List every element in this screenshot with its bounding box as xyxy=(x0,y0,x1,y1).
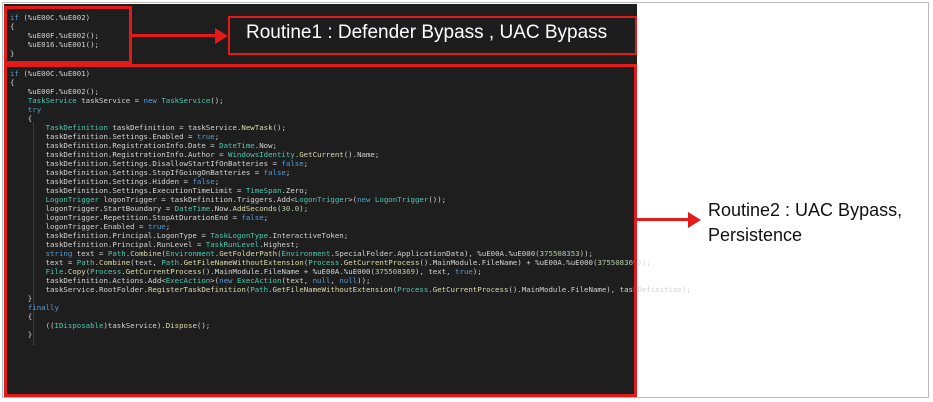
routine1-arrow-head xyxy=(215,28,228,44)
routine2-callout: Routine2 : UAC Bypass, Persistence xyxy=(708,198,902,248)
routine2-highlight-box xyxy=(4,64,637,397)
routine1-arrow xyxy=(132,34,218,37)
routine2-callout-line2: Persistence xyxy=(708,225,803,245)
routine2-arrow-head xyxy=(688,212,701,228)
routine2-callout-line1: Routine2 : UAC Bypass, xyxy=(708,200,903,220)
routine1-highlight-box xyxy=(4,6,132,64)
routine1-callout-text: Routine1 : Defender Bypass , UAC Bypass xyxy=(246,22,608,43)
routine2-arrow xyxy=(637,218,691,221)
